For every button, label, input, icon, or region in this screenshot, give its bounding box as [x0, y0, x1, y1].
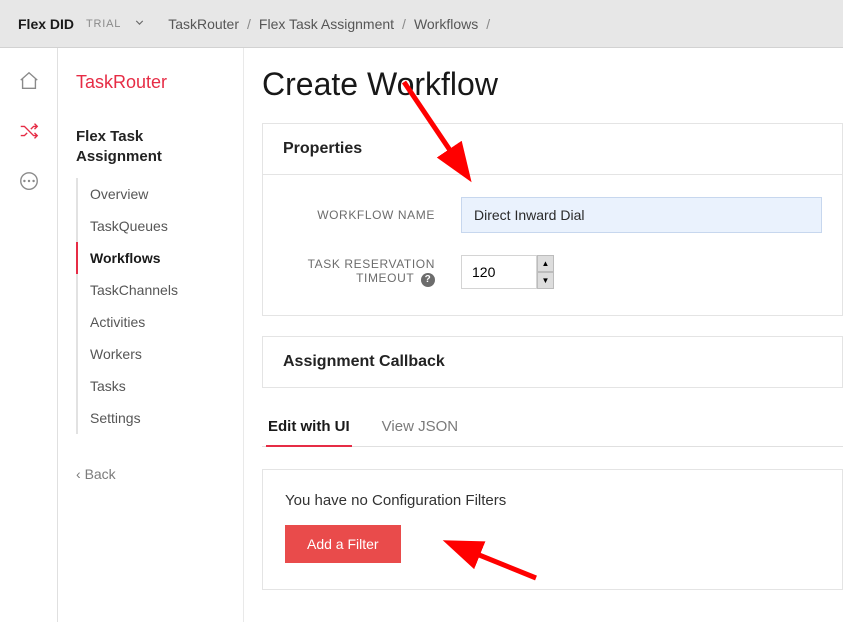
workflow-name-label: WORKFLOW NAME — [283, 208, 461, 222]
panel-heading: Assignment Callback — [263, 337, 842, 387]
sidebar-items: Overview TaskQueues Workflows TaskChanne… — [76, 178, 225, 434]
breadcrumb-separator: / — [486, 16, 490, 32]
sidebar-item-workers[interactable]: Workers — [76, 338, 225, 370]
sidebar-title[interactable]: TaskRouter — [76, 72, 225, 93]
breadcrumb-item[interactable]: TaskRouter — [168, 16, 239, 32]
top-breadcrumb-bar: Flex DID TRIAL TaskRouter / Flex Task As… — [0, 0, 843, 48]
chevron-down-icon[interactable] — [133, 16, 146, 32]
help-icon[interactable]: ? — [421, 273, 435, 287]
sidebar-item-taskqueues[interactable]: TaskQueues — [76, 210, 225, 242]
add-filter-button[interactable]: Add a Filter — [285, 525, 401, 563]
filters-panel: You have no Configuration Filters Add a … — [262, 469, 843, 590]
filters-empty-text: You have no Configuration Filters — [285, 492, 820, 509]
more-icon[interactable] — [18, 170, 40, 192]
main-content: Create Workflow Properties WORKFLOW NAME… — [244, 48, 843, 622]
timeout-step-down[interactable]: ▼ — [537, 272, 554, 289]
sidebar-group-title: Flex TaskAssignment — [76, 127, 225, 166]
sidebar-item-overview[interactable]: Overview — [76, 178, 225, 210]
home-icon[interactable] — [18, 70, 40, 92]
breadcrumb-item[interactable]: Workflows — [414, 16, 478, 32]
workflow-name-input[interactable] — [461, 197, 822, 233]
breadcrumb-item[interactable]: Flex Task Assignment — [259, 16, 394, 32]
sidebar-item-tasks[interactable]: Tasks — [76, 370, 225, 402]
panel-heading: Properties — [263, 124, 842, 175]
back-link[interactable]: ‹ Back — [76, 466, 225, 482]
trial-badge: TRIAL — [86, 18, 121, 30]
shuffle-icon[interactable] — [18, 120, 40, 142]
properties-panel: Properties WORKFLOW NAME TASK RESERVATIO… — [262, 123, 843, 316]
sidebar-item-workflows[interactable]: Workflows — [76, 242, 225, 274]
project-name[interactable]: Flex DID — [18, 16, 74, 32]
icon-rail — [0, 48, 58, 622]
back-label: Back — [85, 466, 116, 482]
page-title: Create Workflow — [262, 66, 843, 103]
sidebar: TaskRouter Flex TaskAssignment Overview … — [58, 48, 244, 622]
sidebar-item-activities[interactable]: Activities — [76, 306, 225, 338]
breadcrumb-separator: / — [402, 16, 406, 32]
tab-view-json[interactable]: View JSON — [380, 408, 460, 447]
editor-tabs: Edit with UI View JSON — [262, 408, 843, 447]
timeout-label: TASK RESERVATION TIMEOUT ? — [283, 257, 461, 287]
breadcrumb-separator: / — [247, 16, 251, 32]
sidebar-item-taskchannels[interactable]: TaskChannels — [76, 274, 225, 306]
assignment-callback-panel[interactable]: Assignment Callback — [262, 336, 843, 388]
timeout-step-up[interactable]: ▲ — [537, 255, 554, 272]
timeout-input[interactable] — [461, 255, 537, 289]
tab-edit-ui[interactable]: Edit with UI — [266, 408, 352, 447]
sidebar-item-settings[interactable]: Settings — [76, 402, 225, 434]
